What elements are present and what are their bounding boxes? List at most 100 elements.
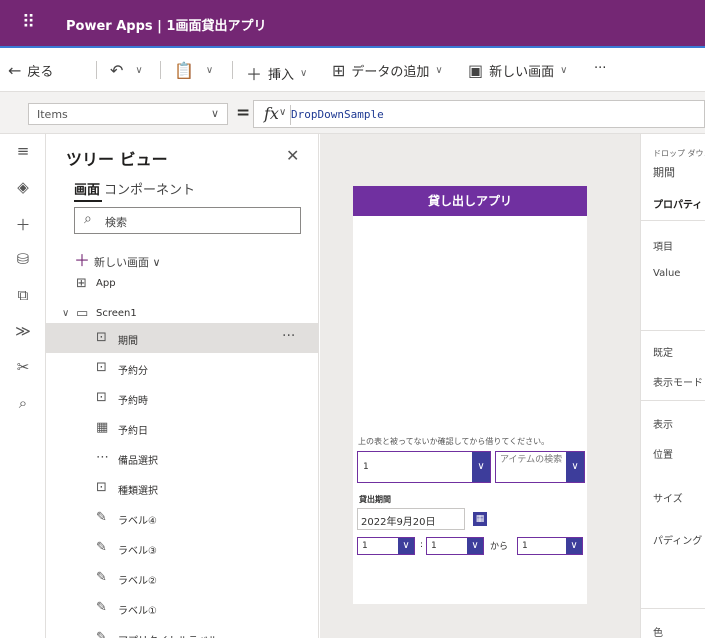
date-picker[interactable]: 2022年9月20日 — [357, 508, 465, 530]
divider — [232, 61, 233, 79]
search-icon: ⌕ — [84, 211, 92, 227]
back-button[interactable]: ← 戻る — [8, 61, 53, 80]
divider — [641, 608, 705, 609]
power-automate-icon[interactable]: ≫ — [13, 322, 33, 340]
tree-item-label: ラベル③ — [118, 546, 157, 557]
prop-value: Value — [653, 268, 681, 279]
chevron-down-icon: ∨ — [210, 107, 219, 120]
tree-item-label: 予約日 — [118, 426, 148, 437]
prop-visible: 表示 — [653, 420, 673, 431]
media-icon[interactable]: ⧉ — [13, 286, 33, 304]
chevron-down-icon: ∨ — [205, 65, 214, 76]
undo-button[interactable]: ↶ ∨ — [110, 61, 143, 80]
chevron-down-icon: ∨ — [398, 538, 414, 554]
tab-properties[interactable]: プロパティ — [653, 196, 702, 211]
plus-icon[interactable]: ＋ — [13, 214, 33, 235]
more-options-icon[interactable]: ··· — [282, 328, 295, 344]
dropdown-value: 1 — [431, 541, 437, 551]
combobox-icon: ⋯ — [96, 450, 109, 465]
fx-icon[interactable]: fx — [264, 104, 279, 123]
new-screen-icon: ▣ — [468, 61, 484, 80]
hamburger-icon[interactable]: ≡ — [13, 142, 33, 160]
waffle-icon[interactable]: ⠿ — [22, 14, 35, 32]
dropdown-icon: ⊡ — [96, 330, 107, 345]
tree-item[interactable]: ⊡ 予約時 — [46, 383, 318, 413]
new-screen-button[interactable]: ＋新しい画面 ∨ — [74, 247, 161, 271]
divider — [641, 330, 705, 331]
tree-item[interactable]: ⊡ 予約分 — [46, 353, 318, 383]
chevron-down-icon[interactable]: ∨ — [279, 107, 286, 118]
tree-item[interactable]: ⊡ 種類選択 — [46, 473, 318, 503]
tree-item[interactable]: ✎ ラベル③ — [46, 533, 318, 563]
formula-text[interactable]: DropDownSample — [291, 108, 384, 121]
search-icon[interactable]: ⌕ — [13, 394, 33, 412]
add-data-button[interactable]: ⊞ データの追加 ∨ — [332, 61, 443, 80]
tab-screens[interactable]: 画面 — [74, 179, 100, 198]
tools-icon[interactable]: ✂ — [13, 358, 33, 376]
divider — [641, 400, 705, 401]
label-icon: ✎ — [96, 570, 107, 585]
chevron-down-icon: ∨ — [560, 65, 568, 76]
prop-position: 位置 — [653, 450, 673, 461]
item-select-combobox[interactable]: アイテムの検索 ∨ — [495, 451, 585, 483]
calendar-icon: ▦ — [96, 420, 109, 435]
close-icon[interactable]: ✕ — [286, 146, 299, 165]
label-icon: ✎ — [96, 630, 107, 638]
tree-item-app[interactable]: ⊞ App — [46, 269, 318, 299]
label-icon: ✎ — [96, 600, 107, 615]
dropdown-icon: ⊡ — [96, 480, 107, 495]
command-bar: ← 戻る ↶ ∨ 📋 ∨ ＋ 挿入 ∨ ⊞ データの追加 ∨ ▣ 新しい画面 ∨… — [0, 48, 705, 92]
database-icon[interactable]: ⛁ — [13, 250, 33, 268]
reserve-time-dropdown[interactable]: 1 ∨ — [357, 537, 415, 555]
tree-item[interactable]: ▦ 予約日 — [46, 413, 318, 443]
more-button[interactable]: ··· — [594, 61, 606, 76]
reserve-minute-dropdown[interactable]: 1 ∨ — [426, 537, 484, 555]
paste-button[interactable]: 📋 ∨ — [174, 61, 213, 80]
layers-icon[interactable]: ◈ — [13, 178, 33, 196]
formula-input[interactable]: fx ∨ DropDownSample — [253, 100, 705, 128]
dropdown-value: 1 — [362, 541, 368, 551]
chevron-down-icon: ∨ — [566, 538, 582, 554]
tab-underline — [74, 200, 102, 202]
instruction-label[interactable]: 上の表と被ってないか確認してから借りてください。 — [358, 436, 549, 447]
tree-item-label: Screen1 — [96, 308, 137, 319]
period-dropdown[interactable]: 1 ∨ — [517, 537, 583, 555]
period-label[interactable]: 貸出期間 — [359, 494, 391, 505]
chevron-down-icon: ∨ — [566, 452, 584, 482]
tree-item[interactable]: ✎ ラベル② — [46, 563, 318, 593]
clipboard-icon: 📋 — [174, 61, 194, 80]
chevron-down-icon: ∨ — [300, 67, 308, 79]
property-value: Items — [37, 108, 68, 121]
properties-panel: ドロップ ダウン 期間 プロパティ 項目 Value 既定 表示モード 表示 位… — [640, 134, 705, 638]
calendar-icon[interactable]: ▦ — [473, 512, 487, 526]
tree-item[interactable]: ✎ ラベル④ — [46, 503, 318, 533]
control-name: 期間 — [653, 166, 675, 179]
chevron-down-icon: ∨ — [135, 65, 143, 76]
tree-view-title: ツリー ビュー — [66, 150, 168, 169]
tree-item[interactable]: ⋯ 備品選択 — [46, 443, 318, 473]
tree-item-label: ラベル② — [118, 576, 157, 587]
tab-components[interactable]: コンポーネント — [104, 179, 195, 198]
tree-item[interactable]: ⊡ 期間 ··· — [46, 323, 318, 353]
colon-label: : — [420, 540, 424, 550]
new-screen-button[interactable]: ▣ 新しい画面 ∨ — [468, 61, 567, 80]
prop-padding: パディング — [653, 536, 703, 547]
type-select-dropdown[interactable]: 1 ∨ — [357, 451, 491, 483]
dropdown-value: 1 — [363, 462, 369, 472]
chevron-down-icon: ∨ — [62, 308, 70, 319]
property-dropdown[interactable]: Items ∨ — [28, 103, 228, 125]
tree-item-label: 予約分 — [118, 366, 148, 377]
chevron-down-icon: ∨ — [467, 538, 483, 554]
combobox-placeholder: アイテムの検索 — [500, 455, 563, 465]
app-header: ⠿ Power Apps | 1画面貸出アプリ — [0, 0, 705, 48]
insert-button[interactable]: ＋ 挿入 ∨ — [246, 61, 307, 85]
arrow-left-icon: ← — [8, 61, 22, 80]
tree-item[interactable]: ✎ アプリタイトルラベル — [46, 623, 318, 638]
date-value: 2022年9月20日 — [361, 517, 436, 528]
tree-item[interactable]: ✎ ラベル① — [46, 593, 318, 623]
app-title-label[interactable]: 貸し出しアプリ — [353, 186, 587, 216]
app-title: Power Apps | 1画面貸出アプリ — [66, 19, 267, 34]
dropdown-value: 1 — [522, 541, 528, 551]
tree-search-input[interactable]: ⌕ 検索 — [74, 207, 301, 234]
prop-display-mode: 表示モード — [653, 378, 703, 389]
